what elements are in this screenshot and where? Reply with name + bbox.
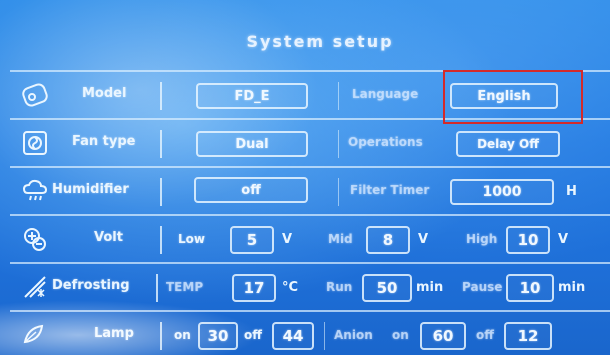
divider (10, 262, 610, 264)
plus-minus-icon (22, 226, 48, 252)
setup-screen: System setup Model FD_E Language English… (0, 0, 610, 355)
operations-field[interactable]: Delay Off (456, 131, 560, 157)
defrosting-label: Defrosting (52, 278, 130, 293)
lamp-off-label: off (244, 328, 262, 342)
divider (10, 310, 610, 312)
defrost-temp-unit: °C (282, 280, 299, 295)
defrost-pause-field[interactable]: 10 (506, 274, 554, 302)
defrost-run-field[interactable]: 50 (362, 274, 412, 302)
volt-high-unit: V (558, 232, 569, 247)
divider (10, 166, 610, 168)
language-label: Language (352, 87, 419, 101)
fan-type-label: Fan type (72, 134, 136, 149)
anion-label: Anion (334, 328, 373, 342)
defrost-run-label: Run (326, 280, 353, 294)
humidifier-label: Humidifier (52, 182, 129, 197)
cloud-drops-icon (22, 178, 48, 204)
anion-off-label: off (476, 328, 494, 342)
volt-low-unit: V (282, 232, 293, 247)
lamp-off-field[interactable]: 44 (272, 322, 314, 350)
anion-on-label: on (392, 328, 409, 342)
volt-mid-label: Mid (328, 232, 353, 246)
volt-high-label: High (466, 232, 498, 246)
defrost-temp-field[interactable]: 17 (232, 274, 276, 302)
fan-type-field[interactable]: Dual (196, 131, 308, 157)
leaf-lamp-icon (22, 322, 48, 348)
row-fan-type: Fan type Dual Operations Delay Off (10, 122, 610, 166)
humidifier-field[interactable]: off (194, 177, 308, 203)
filter-timer-label: Filter Timer (350, 183, 430, 197)
volt-high-field[interactable]: 10 (506, 226, 550, 254)
anion-off-field[interactable]: 12 (504, 322, 552, 350)
fan-square-icon (22, 130, 48, 156)
defrost-run-unit: min (416, 280, 444, 295)
volt-label: Volt (94, 230, 123, 245)
lamp-label: Lamp (94, 326, 134, 341)
row-defrosting: Defrosting TEMP 17 °C Run 50 min Pause 1… (10, 266, 610, 310)
annotation-highlight (443, 70, 583, 124)
volt-mid-unit: V (418, 232, 429, 247)
anion-on-field[interactable]: 60 (420, 322, 466, 350)
divider (10, 214, 610, 216)
volt-low-label: Low (178, 232, 205, 246)
row-humidifier: Humidifier off Filter Timer 1000 H (10, 170, 610, 214)
filter-timer-unit: H (566, 184, 577, 199)
defrost-temp-label: TEMP (166, 280, 204, 294)
volt-low-field[interactable]: 5 (230, 226, 274, 254)
lamp-on-label: on (174, 328, 191, 342)
model-label: Model (82, 86, 127, 101)
lamp-on-field[interactable]: 30 (198, 322, 238, 350)
filter-timer-field[interactable]: 1000 (450, 179, 554, 205)
model-field[interactable]: FD_E (196, 83, 308, 109)
operations-label: Operations (348, 135, 423, 149)
row-volt: Volt Low 5 V Mid 8 V High 10 V (10, 218, 610, 262)
snowflake-slash-icon (22, 274, 48, 300)
defrost-pause-unit: min (558, 280, 586, 295)
page-title: System setup (246, 32, 394, 51)
defrost-pause-label: Pause (462, 280, 503, 294)
row-lamp: Lamp on 30 off 44 Anion on 60 off 12 (10, 314, 610, 355)
volt-mid-field[interactable]: 8 (366, 226, 410, 254)
fan-outline-icon (22, 82, 48, 108)
